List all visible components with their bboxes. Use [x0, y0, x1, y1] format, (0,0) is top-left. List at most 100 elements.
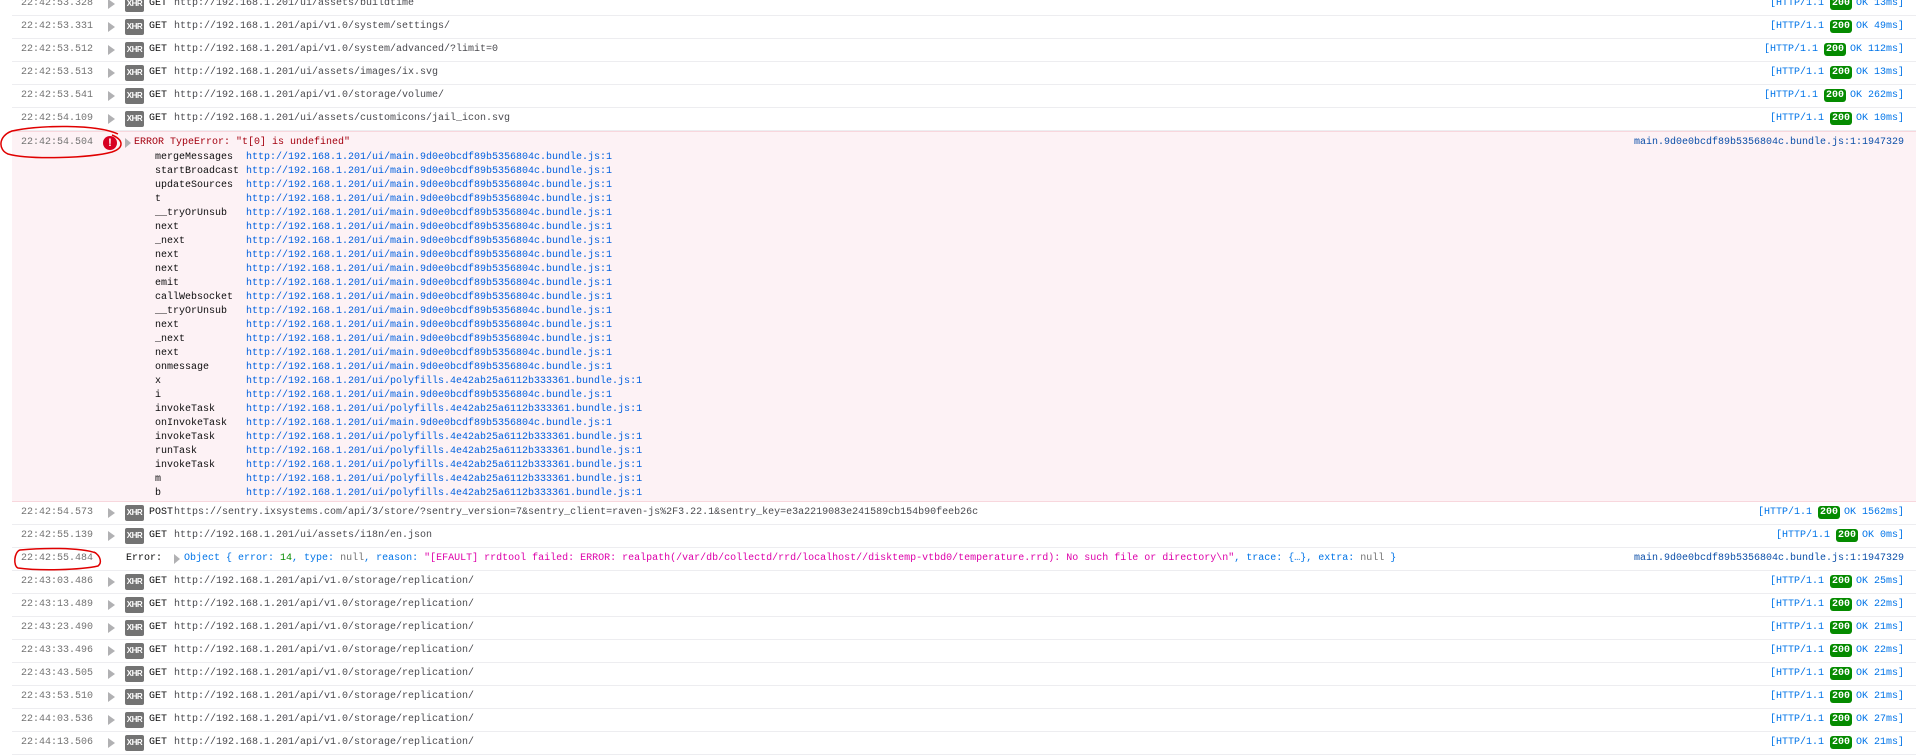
request-url-link[interactable]: http://192.168.1.201/api/v1.0/system/adv…	[174, 39, 498, 61]
response-status: [HTTP/1.1 200 OK 13ms]	[1770, 0, 1904, 15]
stack-frame-link[interactable]: http://192.168.1.201/ui/main.9d0e0bcdf89…	[246, 361, 612, 375]
expand-arrow-icon[interactable]	[108, 22, 115, 32]
stack-frame-link[interactable]: http://192.168.1.201/ui/main.9d0e0bcdf89…	[246, 165, 612, 179]
stack-frame-link[interactable]: http://192.168.1.201/ui/polyfills.4e42ab…	[246, 487, 642, 501]
network-request-row[interactable]: 22:43:23.490 XHR GET http://192.168.1.201/a…	[12, 617, 1916, 640]
timestamp: 22:43:13.489	[21, 599, 94, 610]
network-request-row[interactable]: 22:43:43.505 XHR GET http://192.168.1.201/a…	[12, 663, 1916, 686]
expand-arrow-icon[interactable]	[108, 45, 115, 55]
stack-frame-link[interactable]: http://192.168.1.201/ui/main.9d0e0bcdf89…	[246, 193, 612, 207]
expand-arrow-icon[interactable]	[125, 138, 131, 148]
stack-frame-link[interactable]: http://192.168.1.201/ui/main.9d0e0bcdf89…	[246, 277, 612, 291]
request-url-link[interactable]: http://192.168.1.201/ui/assets/i18n/en.j…	[174, 525, 432, 547]
stack-frame-link[interactable]: http://192.168.1.201/ui/main.9d0e0bcdf89…	[246, 151, 612, 165]
request-method: GET	[149, 44, 168, 55]
network-request-row[interactable]: 22:42:55.139 XHR GET http://192.168.1.201/u…	[12, 525, 1916, 548]
request-url-link[interactable]: http://192.168.1.201/api/v1.0/storage/re…	[174, 663, 474, 685]
stack-function-name: next	[155, 264, 180, 275]
network-request-row[interactable]: 22:42:53.512 XHR GET http://192.168.1.201/a…	[12, 39, 1916, 62]
network-request-row[interactable]: 22:44:03.536 XHR GET http://192.168.1.201/a…	[12, 709, 1916, 732]
xhr-badge-icon: XHR	[125, 689, 144, 705]
stack-frame-link[interactable]: http://192.168.1.201/ui/main.9d0e0bcdf89…	[246, 179, 612, 193]
network-request-row[interactable]: 22:43:03.486 XHR GET http://192.168.1.201/a…	[12, 571, 1916, 594]
network-request-row[interactable]: 22:43:53.510 XHR GET http://192.168.1.201/a…	[12, 686, 1916, 709]
xhr-badge-icon: XHR	[125, 712, 144, 728]
network-request-row[interactable]: 22:43:33.496 XHR GET http://192.168.1.201/a…	[12, 640, 1916, 663]
network-request-row[interactable]: 22:42:53.513 XHR GET http://192.168.1.201/u…	[12, 62, 1916, 85]
stack-frame-link[interactable]: http://192.168.1.201/ui/polyfills.4e42ab…	[246, 403, 642, 417]
request-url-link[interactable]: http://192.168.1.201/ui/assets/customico…	[174, 108, 510, 130]
stack-frame-link[interactable]: http://192.168.1.201/ui/main.9d0e0bcdf89…	[246, 249, 612, 263]
response-status: [HTTP/1.1 200 OK 0ms]	[1776, 525, 1904, 547]
expand-arrow-icon[interactable]	[108, 91, 115, 101]
expand-arrow-icon[interactable]	[108, 0, 115, 9]
stack-frame-link[interactable]: http://192.168.1.201/ui/polyfills.4e42ab…	[246, 431, 642, 445]
stack-function-name: _next	[155, 236, 186, 247]
request-url-link[interactable]: http://192.168.1.201/ui/assets/images/ix…	[174, 62, 438, 84]
expand-arrow-icon[interactable]	[108, 623, 115, 633]
request-url-link[interactable]: http://192.168.1.201/api/v1.0/storage/re…	[174, 686, 474, 708]
expand-arrow-icon[interactable]	[108, 508, 115, 518]
stack-frame-link[interactable]: http://192.168.1.201/ui/main.9d0e0bcdf89…	[246, 389, 612, 403]
stack-frame-link[interactable]: http://192.168.1.201/ui/polyfills.4e42ab…	[246, 473, 642, 487]
network-request-row[interactable]: 22:44:13.506 XHR GET http://192.168.1.201/a…	[12, 732, 1916, 755]
source-location-link[interactable]: main.9d0e0bcdf89b5356804c.bundle.js:1:19…	[1634, 548, 1904, 570]
request-method: GET	[149, 714, 168, 725]
expand-arrow-icon[interactable]	[108, 114, 115, 124]
network-request-row[interactable]: 22:42:53.541 XHR GET http://192.168.1.201/a…	[12, 85, 1916, 108]
status-code-badge: 200	[1829, 598, 1852, 611]
network-request-row[interactable]: 22:43:13.489 XHR GET http://192.168.1.201/a…	[12, 594, 1916, 617]
stack-frame-link[interactable]: http://192.168.1.201/ui/main.9d0e0bcdf89…	[246, 333, 612, 347]
network-request-row[interactable]: 22:42:54.109 XHR GET http://192.168.1.201/u…	[12, 108, 1916, 131]
xhr-badge-icon: XHR	[125, 620, 144, 636]
request-url-link[interactable]: http://192.168.1.201/api/v1.0/storage/re…	[174, 571, 474, 593]
expand-arrow-icon[interactable]	[108, 577, 115, 587]
expand-arrow-icon[interactable]	[108, 669, 115, 679]
object-token: null	[340, 553, 365, 564]
stack-frame-link[interactable]: http://192.168.1.201/ui/main.9d0e0bcdf89…	[246, 291, 612, 305]
expand-arrow-icon[interactable]	[108, 692, 115, 702]
request-url-link[interactable]: http://192.168.1.201/api/v1.0/storage/re…	[174, 709, 474, 731]
request-url-link[interactable]: http://192.168.1.201/api/v1.0/storage/re…	[174, 617, 474, 639]
expand-arrow-icon[interactable]	[108, 600, 115, 610]
stack-frame: m http://192.168.1.201/ui/polyfills.4e42a…	[12, 473, 1916, 487]
request-url-link[interactable]: http://192.168.1.201/ui/assets/buildtime	[174, 0, 414, 15]
request-url-link[interactable]: http://192.168.1.201/api/v1.0/storage/re…	[174, 594, 474, 616]
stack-frame-link[interactable]: http://192.168.1.201/ui/main.9d0e0bcdf89…	[246, 221, 612, 235]
stack-frame-link[interactable]: http://192.168.1.201/ui/main.9d0e0bcdf89…	[246, 319, 612, 333]
stack-frame: __tryOrUnsub http://192.168.1.201/ui/main…	[12, 207, 1916, 221]
network-request-row[interactable]: 22:42:53.331 XHR GET http://192.168.1.201/a…	[12, 16, 1916, 39]
stack-frame-link[interactable]: http://192.168.1.201/ui/main.9d0e0bcdf89…	[246, 263, 612, 277]
network-request-row[interactable]: 22:42:54.573 XHR POST https://sentry.ixsyst…	[12, 502, 1916, 525]
request-url-link[interactable]: http://192.168.1.201/api/v1.0/storage/re…	[174, 640, 474, 662]
expand-arrow-icon[interactable]	[108, 68, 115, 78]
expand-arrow-icon[interactable]	[108, 715, 115, 725]
xhr-badge-icon: XHR	[125, 528, 144, 544]
stack-function-name: m	[155, 474, 162, 485]
stack-frame-link[interactable]: http://192.168.1.201/ui/main.9d0e0bcdf89…	[246, 235, 612, 249]
stack-frame-link[interactable]: http://192.168.1.201/ui/main.9d0e0bcdf89…	[246, 207, 612, 221]
stack-frame: emit http://192.168.1.201/ui/main.9d0e0bc…	[12, 277, 1916, 291]
request-url-link[interactable]: http://192.168.1.201/api/v1.0/storage/re…	[174, 732, 474, 754]
source-location-link[interactable]: main.9d0e0bcdf89b5356804c.bundle.js:1:19…	[1634, 136, 1904, 150]
stack-frame-link[interactable]: http://192.168.1.201/ui/polyfills.4e42ab…	[246, 445, 642, 459]
request-url-link[interactable]: https://sentry.ixsystems.com/api/3/store…	[174, 502, 978, 524]
request-url-link[interactable]: http://192.168.1.201/api/v1.0/system/set…	[174, 16, 450, 38]
expand-arrow-icon[interactable]	[174, 554, 180, 564]
stack-frame-link[interactable]: http://192.168.1.201/ui/main.9d0e0bcdf89…	[246, 347, 612, 361]
error-header[interactable]: 22:42:54.504! ERROR TypeError: "t[0] is u…	[12, 136, 1916, 150]
stack-frame-link[interactable]: http://192.168.1.201/ui/polyfills.4e42ab…	[246, 375, 642, 389]
stack-frame-link[interactable]: http://192.168.1.201/ui/main.9d0e0bcdf89…	[246, 417, 612, 431]
stack-frame: updateSources http://192.168.1.201/ui/mai…	[12, 179, 1916, 193]
expand-arrow-icon[interactable]	[108, 646, 115, 656]
error-object-preview[interactable]: Object { error: 14, type: null, reason: …	[184, 548, 1396, 570]
stack-frame-link[interactable]: http://192.168.1.201/ui/main.9d0e0bcdf89…	[246, 305, 612, 319]
request-url-link[interactable]: http://192.168.1.201/api/v1.0/storage/vo…	[174, 85, 444, 107]
stack-frame: next http://192.168.1.201/ui/main.9d0e0bc…	[12, 249, 1916, 263]
expand-arrow-icon[interactable]	[108, 531, 115, 541]
status-result: OK 27ms]	[1855, 714, 1904, 725]
stack-frame-link[interactable]: http://192.168.1.201/ui/polyfills.4e42ab…	[246, 459, 642, 473]
network-request-row[interactable]: 22:42:53.328 XHR GET http://192.168.1.201/u…	[12, 0, 1916, 16]
response-status: [HTTP/1.1 200 OK 21ms]	[1770, 686, 1904, 708]
xhr-badge-icon: XHR	[125, 65, 144, 81]
